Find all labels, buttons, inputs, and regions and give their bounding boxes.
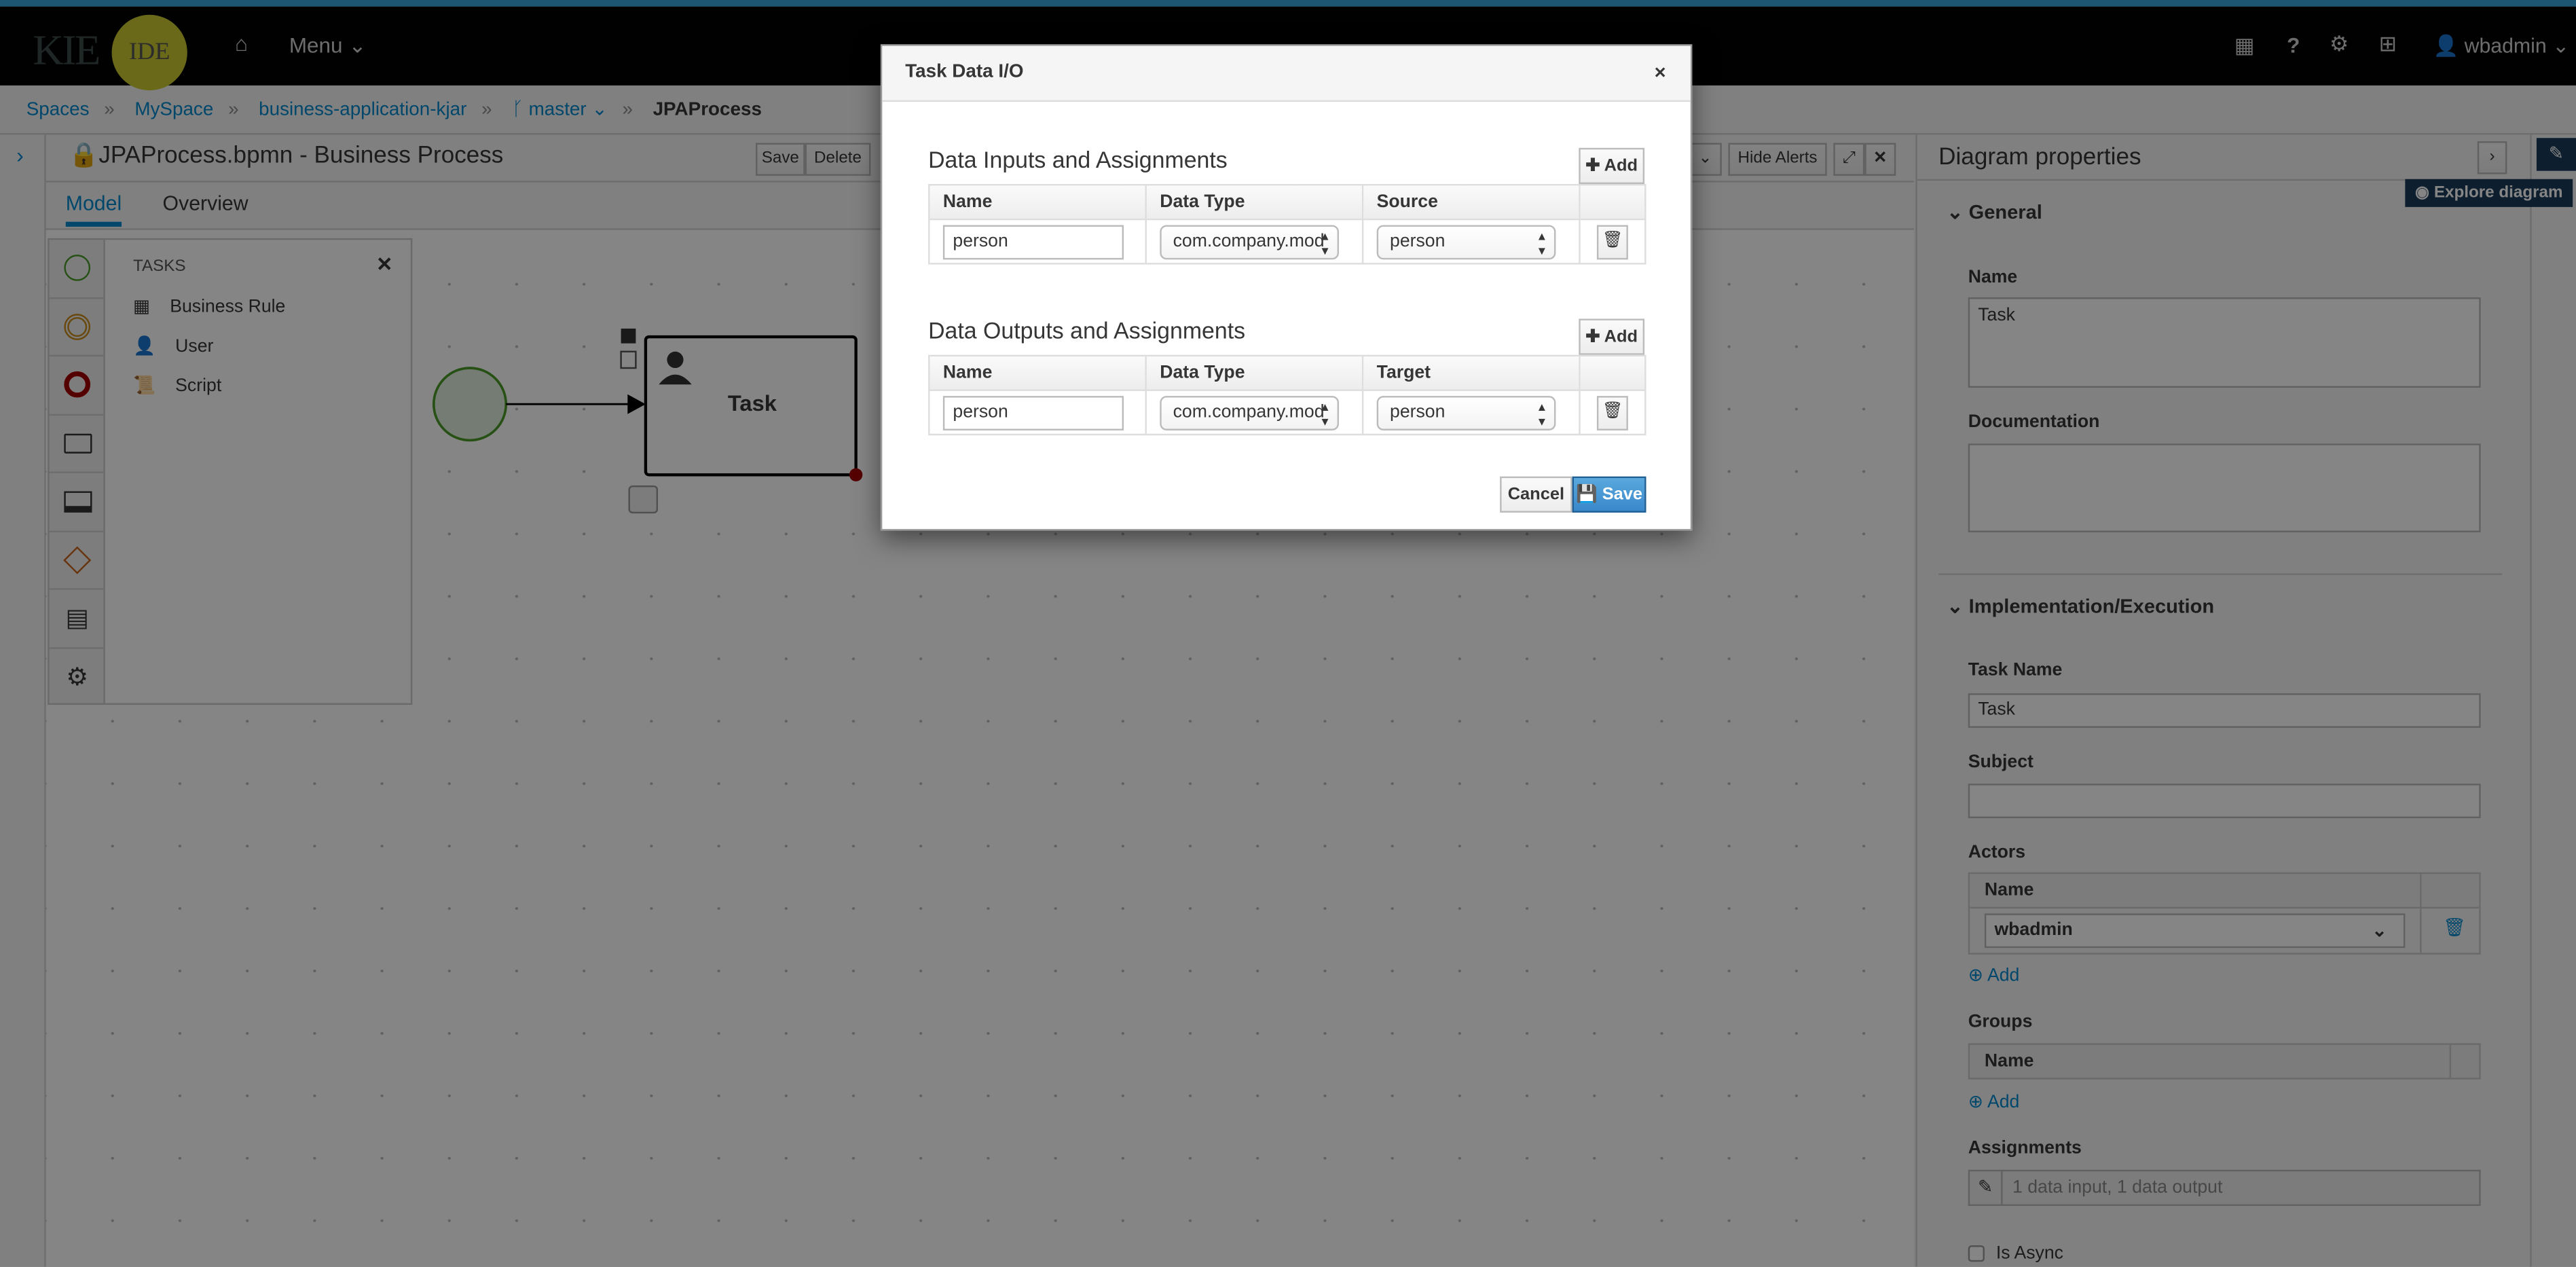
input-data-type-select[interactable]: com.company.mod ▲ ▼ [1160, 225, 1340, 260]
delete-input-button[interactable]: 🗑 [1596, 225, 1628, 260]
modal-title: Task Data I/O [905, 62, 1024, 82]
outputs-title: Data Outputs and Assignments [928, 316, 1246, 344]
output-name-field[interactable]: person [942, 396, 1124, 430]
trash-icon: 🗑 [1602, 402, 1623, 421]
cancel-button[interactable]: Cancel [1500, 476, 1572, 513]
add-label: Add [1604, 155, 1638, 176]
table-row: person [930, 220, 1147, 265]
save-label: Save [1602, 484, 1643, 504]
select-value: com.company.mod [1173, 232, 1325, 252]
select-arrows-icon: ▲ ▼ [1536, 402, 1548, 429]
add-input-button[interactable]: ✚ Add [1579, 147, 1645, 184]
app: KIE IDE ⌂ Menu ⌄ ▦ ? ⚙ ⊞ 👤 wbadmin ⌄ Spa… [0, 0, 2576, 1267]
col-data-type: Data Type [1146, 185, 1364, 221]
col-name: Name [930, 356, 1147, 391]
add-label: Add [1604, 327, 1638, 347]
save-modal-button[interactable]: 💾 Save [1572, 476, 1646, 513]
col-data-type: Data Type [1146, 356, 1364, 391]
input-name-field[interactable]: person [942, 225, 1124, 260]
add-output-button[interactable]: ✚ Add [1579, 318, 1645, 355]
outputs-table: Name Data Type Target person com.company… [928, 354, 1646, 436]
select-value: person [1390, 402, 1446, 422]
task-data-io-modal: Task Data I/O × Data Inputs and Assignme… [880, 44, 1693, 531]
trash-icon: 🗑 [1602, 232, 1623, 250]
input-source-select[interactable]: person ▲ ▼ [1376, 225, 1556, 260]
select-arrows-icon: ▲ ▼ [1536, 232, 1548, 258]
select-value: com.company.mod [1173, 402, 1325, 422]
output-target-select[interactable]: person ▲ ▼ [1376, 396, 1556, 430]
select-arrows-icon: ▲ ▼ [1319, 232, 1331, 258]
select-value: person [1390, 232, 1446, 252]
inputs-title: Data Inputs and Assignments [928, 146, 1228, 173]
floppy-icon: 💾 [1576, 484, 1598, 504]
col-source: Source [1363, 185, 1581, 221]
output-data-type-select[interactable]: com.company.mod ▲ ▼ [1160, 396, 1340, 430]
select-arrows-icon: ▲ ▼ [1319, 402, 1331, 429]
delete-output-button[interactable]: 🗑 [1596, 396, 1628, 430]
table-row: person [930, 390, 1147, 436]
inputs-table: Name Data Type Source person com.company… [928, 183, 1646, 265]
col-name: Name [930, 185, 1147, 221]
col-target: Target [1363, 356, 1581, 391]
close-modal-icon[interactable]: × [1655, 61, 1666, 84]
